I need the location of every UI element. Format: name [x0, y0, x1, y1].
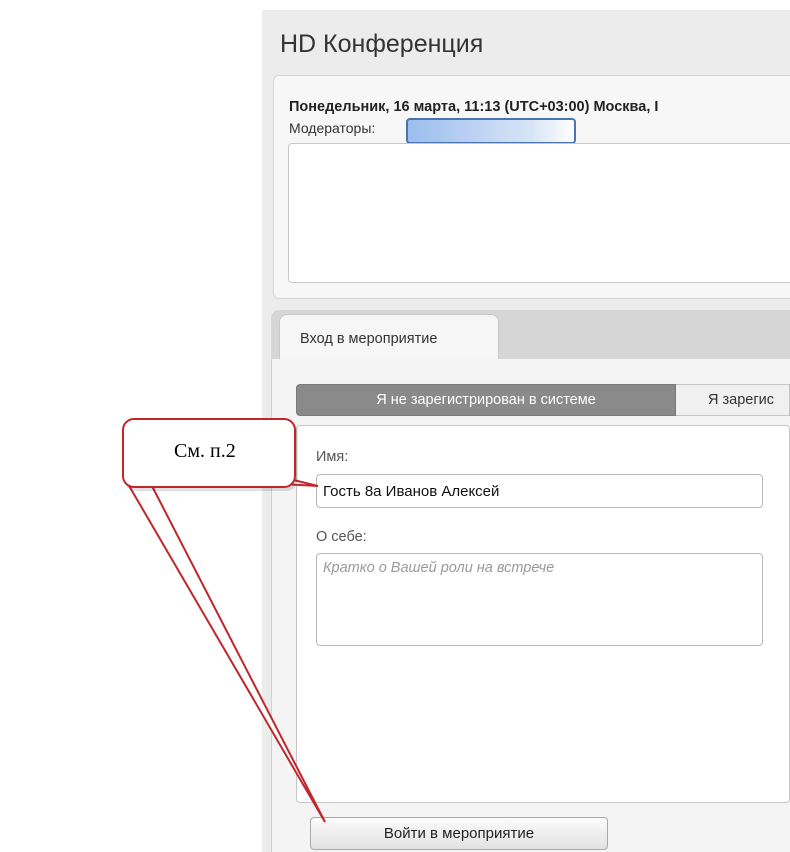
about-textarea[interactable]: [316, 553, 763, 646]
name-label: Имя:: [316, 449, 349, 465]
event-datetime: Понедельник, 16 марта, 11:13 (UTC+03:00)…: [289, 99, 659, 115]
name-input[interactable]: [316, 474, 763, 508]
moderator-chip[interactable]: [406, 118, 576, 144]
registered-toggle[interactable]: Я зарегис: [676, 384, 790, 416]
moderators-label: Модераторы:: [289, 120, 376, 136]
moderators-list: [288, 143, 790, 283]
app-title: HD Конференция: [280, 30, 484, 58]
event-info-panel: Понедельник, 16 марта, 11:13 (UTC+03:00)…: [273, 75, 790, 299]
tab-join-event[interactable]: Вход в мероприятие: [279, 314, 499, 359]
join-event-button[interactable]: Войти в мероприятие: [310, 817, 608, 850]
unregistered-toggle[interactable]: Я не зарегистрирован в системе: [296, 384, 676, 416]
annotation-callout: См. п.2: [122, 418, 296, 488]
about-label: О себе:: [316, 529, 367, 545]
